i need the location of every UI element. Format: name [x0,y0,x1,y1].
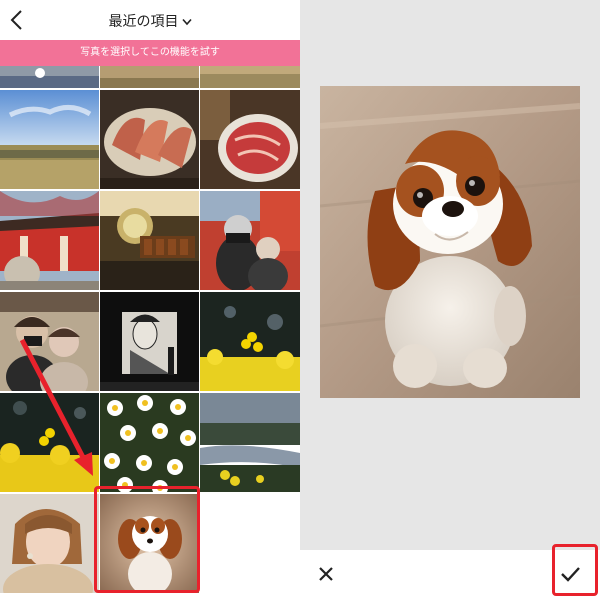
photo-thumbnail[interactable] [0,292,99,391]
photo-thumbnail[interactable] [0,393,99,492]
try-feature-banner: 写真を選択してこの機能を試す [0,40,300,66]
photo-thumbnail[interactable] [100,90,199,189]
photo-thumbnail[interactable] [100,393,199,492]
photo-thumbnail[interactable] [100,292,199,391]
close-icon[interactable] [314,562,338,586]
photo-thumbnail[interactable] [200,393,300,492]
photo-thumbnail[interactable] [0,191,99,290]
photo-thumbnail[interactable] [100,191,199,290]
photo-thumbnail[interactable] [200,90,300,189]
photo-thumbnail[interactable] [100,66,199,88]
photo-thumbnail[interactable] [200,66,300,88]
preview-image[interactable] [320,86,580,398]
bottom-action-bar [300,550,600,601]
chevron-down-icon [181,18,192,26]
picker-header: 最近の項目 [0,0,300,40]
photo-picker-panel: 最近の項目 写真を選択してこの機能を試す [0,0,300,601]
photo-thumbnail[interactable] [0,494,99,593]
preview-panel [300,0,600,601]
checkmark-icon[interactable] [556,560,584,588]
photo-thumbnail-selected[interactable] [100,494,199,593]
photo-thumbnail[interactable] [200,292,300,391]
photo-thumbnail[interactable] [200,191,300,290]
photo-thumbnail[interactable] [0,90,99,189]
album-title: 最近の項目 [108,14,179,30]
album-selector[interactable]: 最近の項目 [0,11,300,31]
photo-thumbnail[interactable] [0,66,99,88]
